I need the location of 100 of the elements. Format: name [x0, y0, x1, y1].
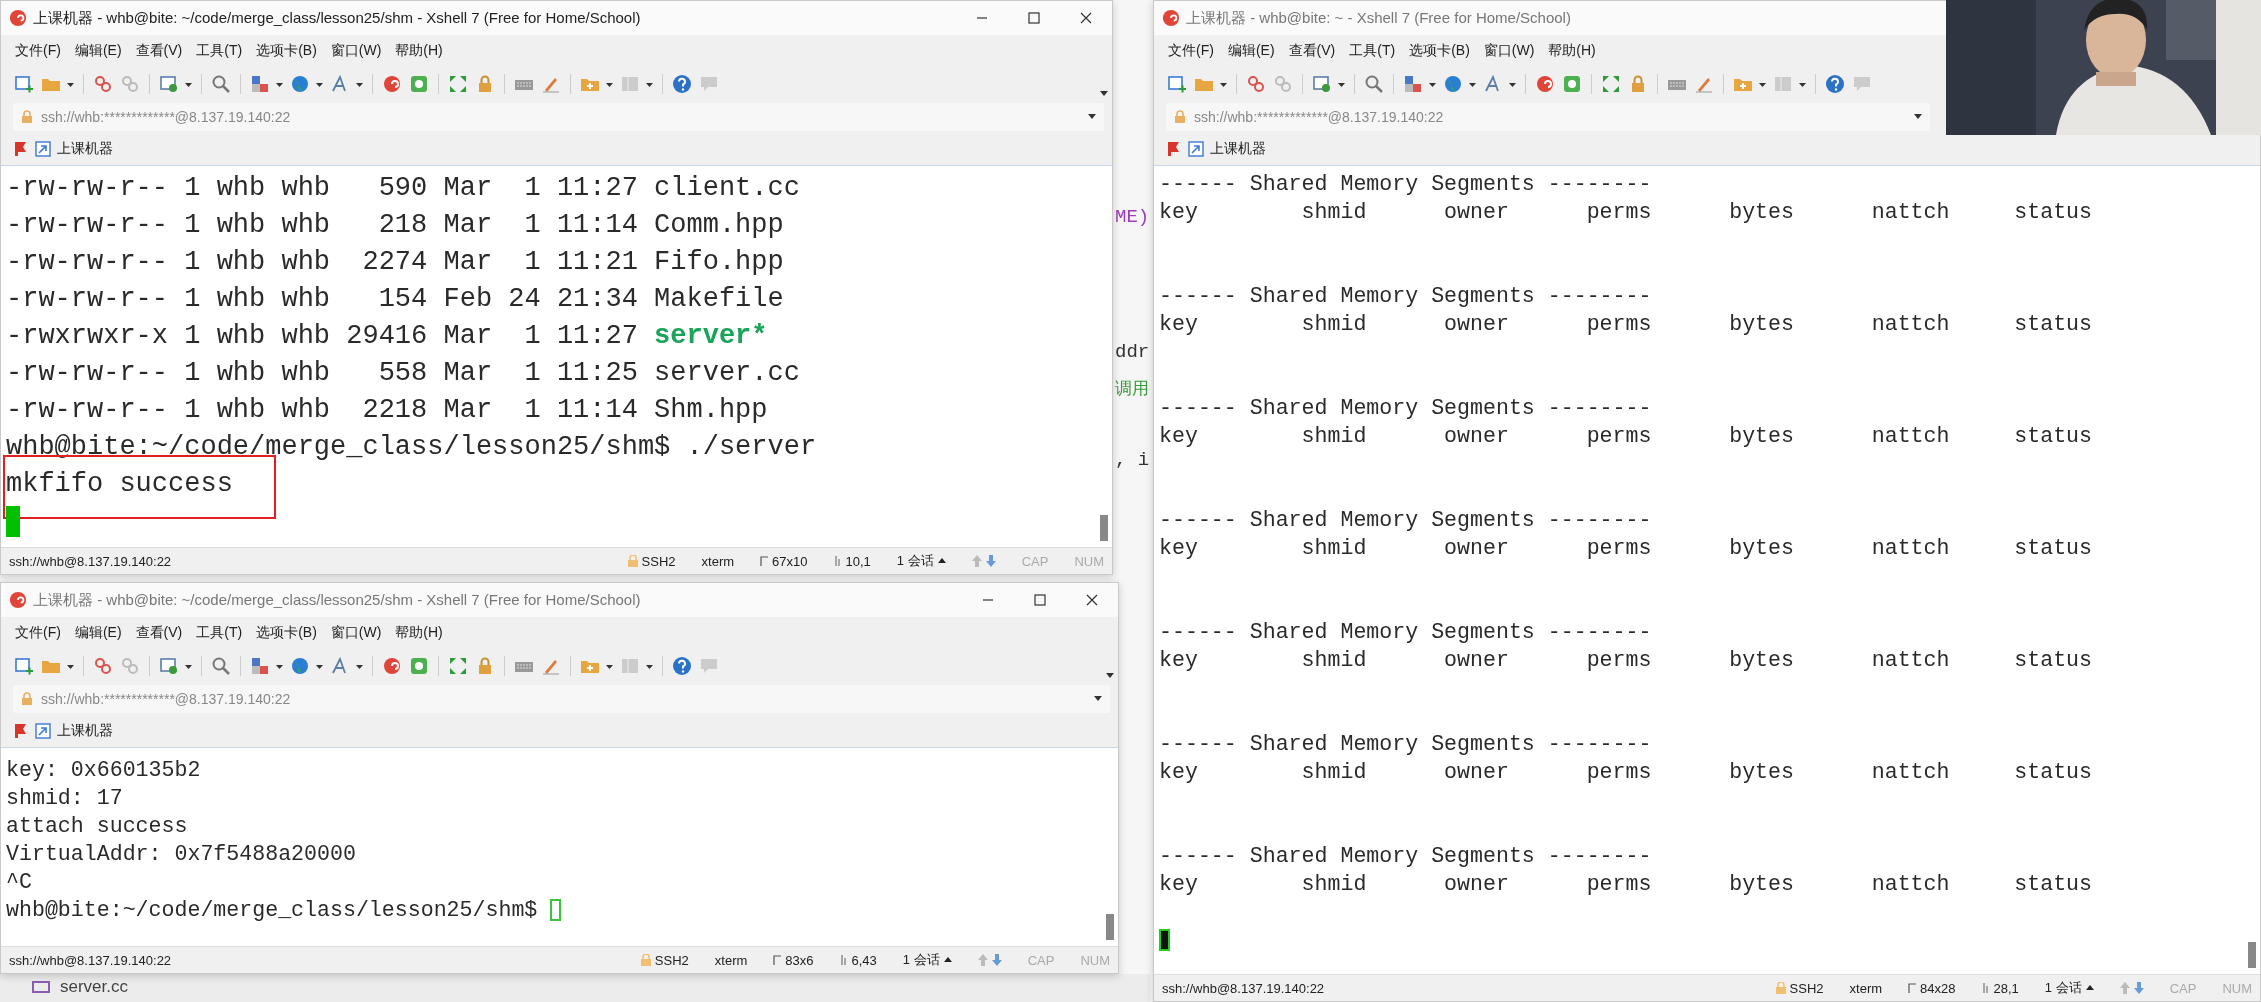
session-tab[interactable]: 上课机器: [1210, 140, 1266, 158]
terminal-line: ------ Shared Memory Segments --------: [1159, 843, 1652, 870]
down-arrow-icon[interactable]: [2133, 982, 2144, 994]
layout-icon[interactable]: [249, 656, 271, 676]
terminal-line: ------ Shared Memory Segments --------: [1159, 507, 1652, 534]
menu-item[interactable]: 选项卡(B): [256, 624, 317, 642]
search-icon[interactable]: [210, 74, 232, 94]
caret-icon[interactable]: [2085, 985, 2094, 991]
window-title: 上课机器 - whb@bite: ~/code/merge_class/lesson25/shm - Xshell 7 (Free for Home/School): [33, 8, 641, 28]
window-title: 上课机器 - whb@bite: ~/code/merge_class/lesson25/shm - Xshell 7 (Free for Home/School): [33, 590, 641, 610]
expand-icon[interactable]: [447, 656, 469, 676]
layout-icon[interactable]: [1402, 74, 1424, 94]
terminal-line: key shmid owner perms bytes nattch status: [1159, 423, 2092, 450]
scrollbar-thumb[interactable]: [1100, 515, 1108, 541]
lock-icon: [627, 555, 638, 567]
link-icon[interactable]: [92, 656, 114, 676]
caret-icon[interactable]: [937, 558, 946, 564]
app-logo-icon: [9, 9, 27, 27]
expand-icon[interactable]: [1600, 74, 1622, 94]
menu-item[interactable]: 文件(F): [1168, 42, 1214, 60]
flag-icon[interactable]: [13, 141, 29, 157]
flag-icon[interactable]: [1166, 141, 1182, 157]
expand-icon[interactable]: [447, 74, 469, 94]
menu-item[interactable]: 窗口(W): [330, 42, 382, 60]
window-plus-icon[interactable]: [13, 656, 35, 676]
terminal-line: whb@bite:~/code/merge_class/lesson25/shm$ ./server: [6, 431, 817, 464]
menu-item[interactable]: 查看(V): [135, 624, 183, 642]
menu-item[interactable]: 编辑(E): [74, 624, 122, 642]
down-arrow-icon[interactable]: [991, 954, 1002, 966]
flag-icon[interactable]: [13, 723, 29, 739]
terminal-line: key shmid owner perms bytes nattch status: [1159, 759, 2092, 786]
terminal-line: key shmid owner perms bytes nattch status: [1159, 871, 2092, 898]
editor-tab[interactable]: server.cc: [60, 977, 129, 997]
terminal-icon[interactable]: [408, 656, 430, 676]
globe-icon[interactable]: [1442, 74, 1464, 94]
terminal-area[interactable]: key: 0x660135b2 shmid: 17 attach success VirtualAddr: 0x7f5488a20000 ^C whb@bite:~/code/merge_class/lesson25/shm$: [1, 747, 1118, 946]
menu-item[interactable]: 编辑(E): [74, 42, 122, 60]
window-plus-icon[interactable]: [1166, 74, 1188, 94]
menu-item[interactable]: 帮助(H): [1548, 42, 1596, 60]
gear-window-icon[interactable]: [158, 74, 180, 94]
dropdown-caret-icon: [1094, 696, 1102, 702]
scrollbar-thumb[interactable]: [1106, 914, 1114, 940]
toolbar-overflow-icon[interactable]: [1106, 673, 1114, 679]
caps-lock-indicator: CAP: [1027, 952, 1055, 968]
menu-item[interactable]: 窗口(W): [330, 624, 382, 642]
snail-icon[interactable]: [381, 74, 403, 94]
code-fragment: , i: [1115, 448, 1150, 472]
protocol-label: SSH2: [1789, 980, 1824, 996]
scrollbar-thumb[interactable]: [2248, 942, 2256, 968]
cpp-file-icon: [30, 978, 52, 996]
search-icon[interactable]: [210, 656, 232, 676]
terminal-size: 83x6: [785, 952, 814, 968]
menu-item[interactable]: 查看(V): [1288, 42, 1336, 60]
menu-item[interactable]: 文件(F): [15, 42, 61, 60]
caps-lock-indicator: CAP: [2169, 980, 2197, 996]
menu-item[interactable]: 工具(T): [196, 624, 243, 642]
menu-item[interactable]: 选项卡(B): [256, 42, 317, 60]
terminal-type: xterm: [1849, 980, 1883, 996]
terminal-line: -rw-rw-r-- 1 whb whb 590 Mar 1 11:27 client.cc: [6, 172, 800, 205]
lock-icon: [21, 692, 33, 706]
menu-item[interactable]: 文件(F): [15, 624, 61, 642]
snail-icon[interactable]: [1534, 74, 1556, 94]
terminal-icon[interactable]: [1561, 74, 1583, 94]
globe-icon[interactable]: [289, 656, 311, 676]
terminal-line: -rwxrwxr-x 1 whb whb 29416 Mar 1 11:27 server*: [6, 320, 768, 353]
window-plus-icon[interactable]: [13, 74, 35, 94]
window-title: 上课机器 - whb@bite: ~ - Xshell 7 (Free for Home/School): [1186, 8, 1571, 28]
menu-item[interactable]: 选项卡(B): [1409, 42, 1470, 60]
close-icon: [1080, 12, 1092, 24]
terminal-line: ------ Shared Memory Segments --------: [1159, 283, 1652, 310]
menu-item[interactable]: 工具(T): [196, 42, 243, 60]
layout-icon[interactable]: [249, 74, 271, 94]
menu-item[interactable]: 工具(T): [1349, 42, 1396, 60]
help-icon[interactable]: [671, 74, 693, 94]
gear-window-icon[interactable]: [1311, 74, 1333, 94]
menu-item[interactable]: 查看(V): [135, 42, 183, 60]
menu-item[interactable]: 帮助(H): [395, 624, 443, 642]
search-icon[interactable]: [1363, 74, 1385, 94]
lock-icon: [21, 110, 33, 124]
menu-item[interactable]: 编辑(E): [1227, 42, 1275, 60]
gear-window-icon[interactable]: [158, 656, 180, 676]
menu-item[interactable]: 帮助(H): [395, 42, 443, 60]
globe-icon[interactable]: [289, 74, 311, 94]
protocol-label: SSH2: [641, 553, 676, 569]
down-arrow-icon[interactable]: [985, 555, 996, 567]
help-icon[interactable]: [671, 656, 693, 676]
snail-icon[interactable]: [381, 656, 403, 676]
terminal-line: mkfifo success: [6, 468, 233, 501]
menu-item[interactable]: 窗口(W): [1483, 42, 1535, 60]
terminal-area[interactable]: [1, 165, 1112, 547]
caret-icon[interactable]: [943, 957, 952, 963]
toolbar-overflow-icon[interactable]: [1100, 91, 1108, 97]
terminal-icon[interactable]: [408, 74, 430, 94]
session-tab[interactable]: 上课机器: [57, 140, 113, 158]
terminal-line: -rw-rw-r-- 1 whb whb 2218 Mar 1 11:14 Shm.hpp: [6, 394, 768, 427]
link-icon[interactable]: [92, 74, 114, 94]
link-icon[interactable]: [1245, 74, 1267, 94]
session-tab[interactable]: 上课机器: [57, 722, 113, 740]
terminal-line: key: 0x660135b2: [6, 757, 201, 784]
help-icon[interactable]: [1824, 74, 1846, 94]
